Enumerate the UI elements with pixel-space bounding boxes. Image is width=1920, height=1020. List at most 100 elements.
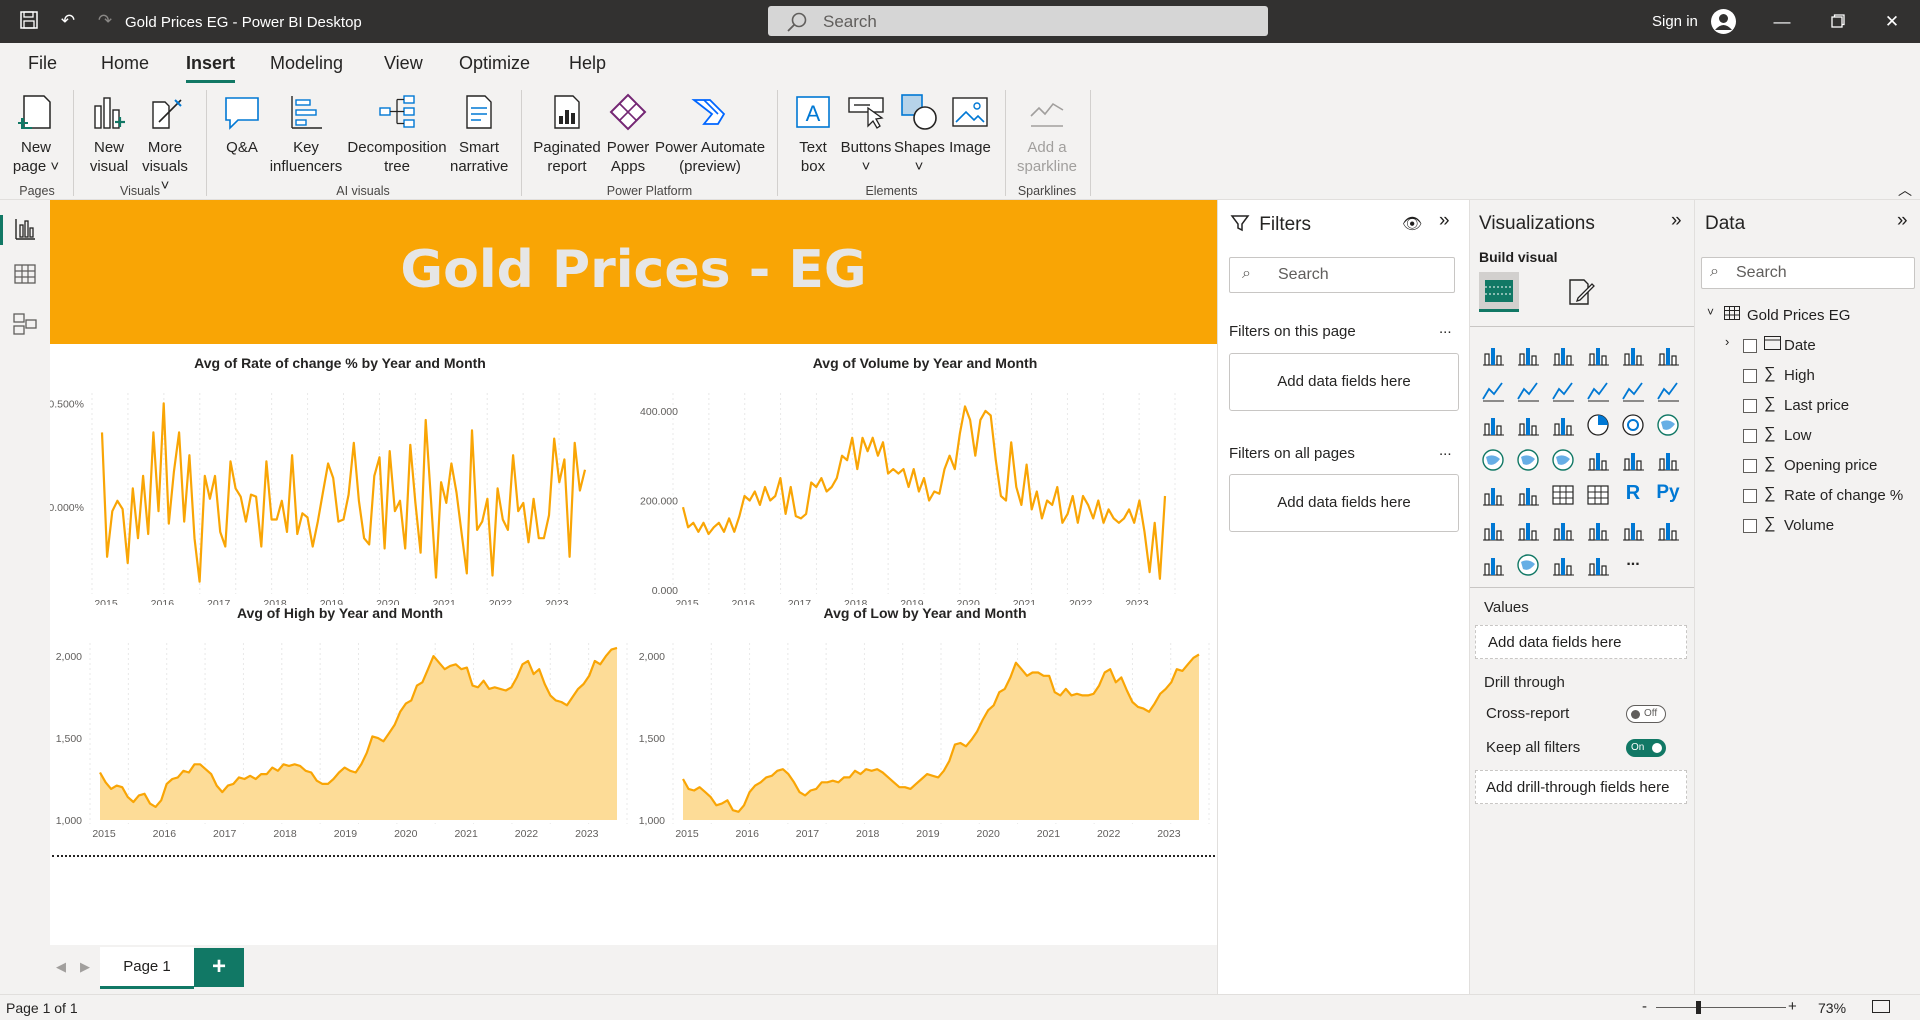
collapse-visualizations-icon[interactable]: » <box>1671 210 1682 232</box>
qa-button[interactable]: Q&A <box>218 92 266 157</box>
table-view-icon[interactable] <box>11 260 39 288</box>
power-apps-button[interactable]: Power Apps <box>603 92 653 176</box>
python-visual-icon[interactable]: Py <box>1655 482 1681 508</box>
area-chart-icon[interactable] <box>1515 377 1541 403</box>
tab-file[interactable]: File <box>28 53 57 74</box>
slicer-icon[interactable] <box>1515 482 1541 508</box>
paginated-report-icon[interactable] <box>1655 517 1681 543</box>
zoom-out-icon[interactable]: - <box>1642 998 1647 1015</box>
filters-all-more-icon[interactable]: ... <box>1439 442 1452 459</box>
collapse-filters-icon[interactable]: » <box>1439 210 1450 232</box>
power-automate-icon[interactable] <box>1585 552 1611 578</box>
zoom-in-icon[interactable]: + <box>1788 998 1797 1015</box>
tab-home[interactable]: Home <box>101 53 149 74</box>
multi-row-card-icon[interactable] <box>1655 447 1681 473</box>
shapes-button[interactable]: Shapes ˅ <box>894 92 945 176</box>
field-checkbox[interactable] <box>1743 489 1757 503</box>
report-view-icon[interactable] <box>11 215 39 243</box>
card-new-icon[interactable] <box>1480 552 1506 578</box>
kpi-icon[interactable] <box>1480 482 1506 508</box>
tab-help[interactable]: Help <box>569 53 606 74</box>
donut-chart-icon[interactable] <box>1620 412 1646 438</box>
azure-map-new-icon[interactable] <box>1515 552 1541 578</box>
keep-filters-toggle[interactable]: On <box>1626 739 1666 757</box>
zoom-level[interactable]: 73% <box>1818 1000 1846 1016</box>
drill-through-drop-zone[interactable]: Add drill-through fields here <box>1475 770 1687 804</box>
card-icon[interactable] <box>1620 447 1646 473</box>
r-visual-icon[interactable]: R <box>1620 482 1646 508</box>
volume-chart[interactable]: 0.000 200.000 400.000 2015 2016 2017 2018 2019 2… <box>633 355 1217 605</box>
high-chart[interactable]: 1,000 1,500 2,000 2015 2016 2017 2018 2019 2020 2… <box>50 605 630 850</box>
report-canvas[interactable]: Gold Prices - EG 0.000% 0.500% 2015 2016 201… <box>50 200 1217 945</box>
field-checkbox[interactable] <box>1743 399 1757 413</box>
save-icon[interactable] <box>18 10 40 32</box>
new-page-button[interactable]: New page ˅ <box>10 92 62 176</box>
line-chart-icon[interactable] <box>1480 377 1506 403</box>
field-checkbox[interactable] <box>1743 339 1757 353</box>
field-checkbox[interactable] <box>1743 519 1757 533</box>
low-chart[interactable]: 1,000 1,500 2,000 2015 2016 2017 2018 2019 2020 2… <box>633 605 1217 850</box>
zoom-slider-thumb[interactable] <box>1696 1001 1701 1014</box>
power-automate-button[interactable]: Power Automate (preview) <box>654 92 766 176</box>
waterfall-chart-icon[interactable] <box>1480 412 1506 438</box>
add-page-button[interactable]: + <box>194 948 244 987</box>
tab-optimize[interactable]: Optimize <box>459 53 530 74</box>
buttons-button[interactable]: Buttons ˅ <box>838 92 894 176</box>
image-button[interactable]: Image <box>945 92 995 157</box>
line-clustered-column-icon[interactable] <box>1620 377 1646 403</box>
new-visual-button[interactable]: New visual <box>85 92 133 176</box>
treemap-icon[interactable] <box>1655 412 1681 438</box>
stacked-bar-chart-icon[interactable] <box>1480 342 1506 368</box>
table-name[interactable]: Gold Prices EG <box>1747 307 1850 324</box>
more-visuals-icon[interactable]: ... <box>1620 552 1646 578</box>
stacked-area-chart-icon[interactable] <box>1550 377 1576 403</box>
model-view-icon[interactable] <box>11 310 39 338</box>
global-search-input[interactable]: Search <box>768 6 1268 36</box>
azure-map-icon[interactable] <box>1550 447 1576 473</box>
clustered-column-chart-icon[interactable] <box>1585 342 1611 368</box>
line-stacked-column-icon[interactable] <box>1585 377 1611 403</box>
page-tab-1[interactable]: Page 1 <box>100 947 194 989</box>
metrics-icon[interactable] <box>1620 517 1646 543</box>
tab-modeling[interactable]: Modeling <box>270 53 343 74</box>
cross-report-toggle[interactable]: Off <box>1626 705 1666 723</box>
collapse-data-icon[interactable]: » <box>1897 210 1908 232</box>
pie-chart-icon[interactable] <box>1585 412 1611 438</box>
add-sparkline-button[interactable]: Add a sparkline <box>1012 92 1082 176</box>
format-visual-tab[interactable] <box>1564 276 1596 308</box>
qa-icon[interactable] <box>1550 517 1576 543</box>
table-icon[interactable] <box>1550 482 1576 508</box>
matrix-icon[interactable] <box>1585 482 1611 508</box>
gauge-icon[interactable] <box>1585 447 1611 473</box>
next-page-icon[interactable]: ▶ <box>80 959 90 975</box>
collapse-ribbon-icon[interactable]: ︿ <box>1898 180 1912 200</box>
tab-view[interactable]: View <box>384 53 423 74</box>
prev-page-icon[interactable]: ◀ <box>56 959 66 975</box>
zoom-slider[interactable] <box>1656 1007 1786 1008</box>
tab-insert[interactable]: Insert <box>186 53 236 83</box>
data-search-input[interactable]: ⌕ Search <box>1701 257 1915 289</box>
field-checkbox[interactable] <box>1743 459 1757 473</box>
redo-icon[interactable]: ↷ <box>94 10 116 32</box>
filters-all-drop-zone[interactable]: Add data fields here <box>1229 474 1459 532</box>
chevron-right-icon[interactable]: › <box>1725 334 1729 349</box>
decomposition-tree-icon[interactable] <box>1515 517 1541 543</box>
decomposition-tree-button[interactable]: Decomposition tree <box>346 92 448 176</box>
filled-map-icon[interactable] <box>1515 447 1541 473</box>
key-influencers-icon[interactable] <box>1480 517 1506 543</box>
chevron-down-icon[interactable]: ˅ <box>1707 305 1714 319</box>
values-drop-zone[interactable]: Add data fields here <box>1475 625 1687 659</box>
undo-icon[interactable]: ↶ <box>57 10 79 32</box>
build-visual-tab[interactable] <box>1479 272 1519 312</box>
more-visuals-button[interactable]: More visuals ˅ <box>137 92 193 195</box>
ribbon-chart-icon[interactable] <box>1655 377 1681 403</box>
eye-icon[interactable]: 👁 <box>1402 214 1422 234</box>
minimize-icon[interactable]: — <box>1762 8 1802 35</box>
filters-search-input[interactable]: ⌕ Search <box>1229 257 1455 293</box>
smart-narrative-icon[interactable] <box>1585 517 1611 543</box>
map-icon[interactable] <box>1480 447 1506 473</box>
rate-of-change-chart[interactable]: 0.000% 0.500% 2015 2016 2017 2018 2019 2020 2021… <box>50 355 630 605</box>
sign-in-link[interactable]: Sign in <box>1652 13 1698 30</box>
key-influencers-button[interactable]: Key influencers <box>266 92 346 176</box>
restore-icon[interactable] <box>1818 8 1858 35</box>
